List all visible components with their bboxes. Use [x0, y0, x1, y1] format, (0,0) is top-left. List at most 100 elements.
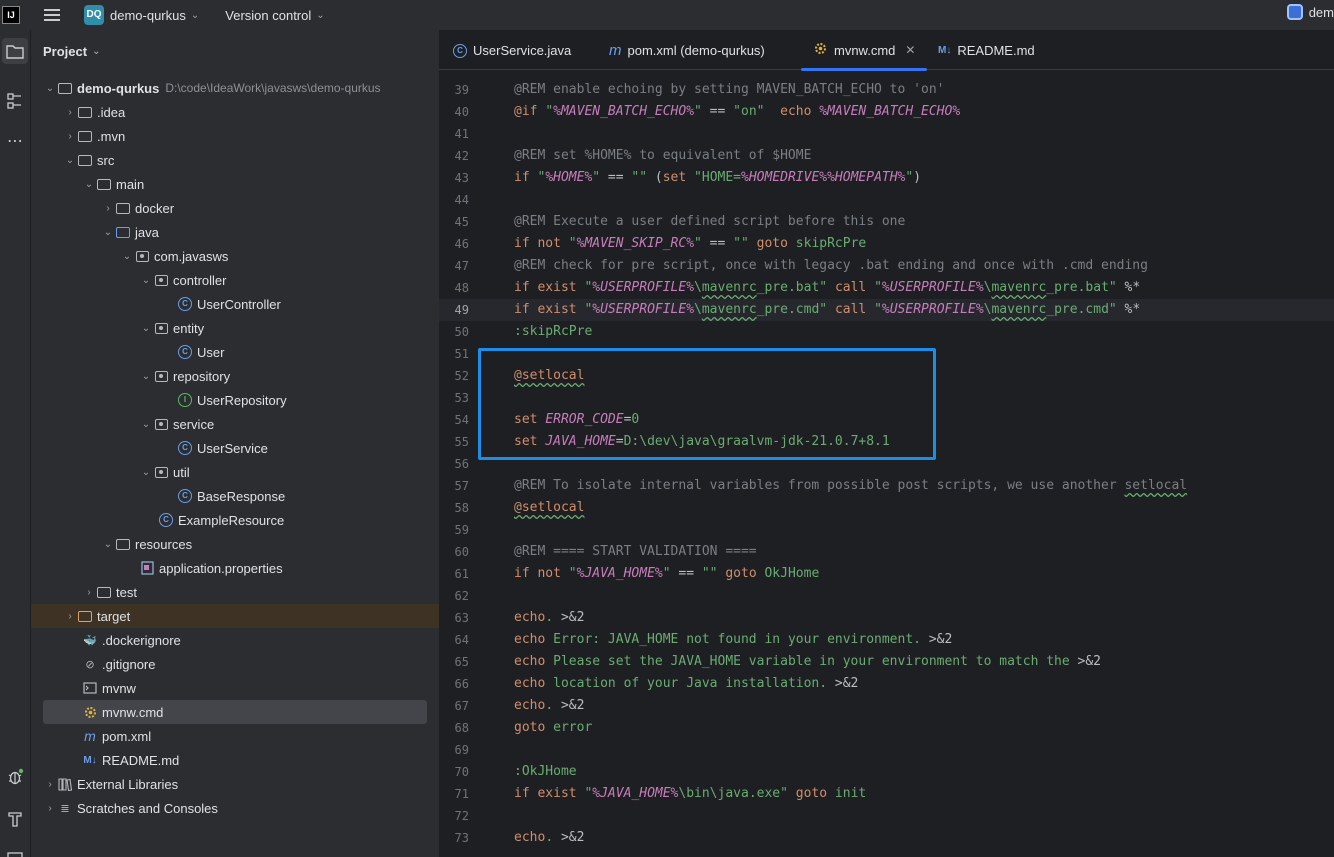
- tree-item[interactable]: C UserController: [31, 292, 439, 316]
- tree-item[interactable]: ⌄ util: [31, 460, 439, 484]
- chevron-down-icon: ⌄: [92, 45, 101, 57]
- folder-icon: [115, 201, 131, 215]
- tree-item[interactable]: ⌄ repository: [31, 364, 439, 388]
- tree-item[interactable]: › .idea: [31, 100, 439, 124]
- project-tool-icon[interactable]: [2, 38, 28, 64]
- tree-item[interactable]: ⌄ com.javasws: [31, 244, 439, 268]
- tree-item[interactable]: › External Libraries: [31, 772, 439, 796]
- line-number: 73: [454, 831, 469, 845]
- tree-item[interactable]: C BaseResponse: [31, 484, 439, 508]
- tree-item-label: target: [97, 608, 131, 624]
- code-line: :OkJHome: [514, 764, 577, 779]
- code-line: if exist "%USERPROFILE%\mavenrc_pre.bat"…: [514, 280, 1141, 295]
- tab-label: UserService.java: [473, 42, 572, 58]
- tree-item[interactable]: › target: [31, 604, 439, 628]
- line-number: 50: [454, 325, 469, 339]
- tree-item-label: mvnw.cmd: [102, 704, 164, 720]
- chevron-right-icon: ›: [48, 802, 52, 814]
- project-name: demo-qurkus: [110, 7, 186, 23]
- code-line: echo Please set the JAVA_HOME variable i…: [514, 654, 1102, 669]
- tree-item[interactable]: ⌄ controller: [31, 268, 439, 292]
- build-tool-icon[interactable]: [2, 806, 28, 832]
- tree-item-label: .gitignore: [102, 656, 156, 672]
- tree-item[interactable]: ⌄ service: [31, 412, 439, 436]
- tree-item-root[interactable]: ⌄ demo-qurkus D:\code\IdeaWork\javasws\d…: [31, 76, 439, 100]
- chevron-down-icon: ⌄: [84, 178, 94, 190]
- tree-item[interactable]: C User: [31, 340, 439, 364]
- tree-item-label: java: [135, 224, 159, 240]
- tab-pom[interactable]: m pom.xml (demo-qurkus): [609, 30, 765, 70]
- class-icon: C: [177, 297, 193, 311]
- editor-tab-bar: C UserService.java m pom.xml (demo-qurku…: [439, 30, 1334, 71]
- tree-item[interactable]: application.properties: [31, 556, 439, 580]
- markdown-icon: M↓: [83, 754, 97, 766]
- code-line: @REM Execute a user defined script befor…: [514, 214, 906, 229]
- structure-tool-icon[interactable]: [2, 88, 28, 114]
- main-menu-icon[interactable]: [44, 9, 60, 21]
- tab-mvnw-cmd[interactable]: mvnw.cmd ✕: [801, 30, 928, 71]
- tree-item-label: demo-qurkus: [77, 80, 160, 96]
- close-icon[interactable]: ✕: [905, 43, 915, 57]
- tree-item[interactable]: ⊘ .gitignore: [31, 652, 439, 676]
- tree-item[interactable]: ⌄ src: [31, 148, 439, 172]
- tree-item[interactable]: › .mvn: [31, 124, 439, 148]
- line-number: 46: [454, 237, 469, 251]
- code-line: echo. >&2: [514, 610, 585, 625]
- version-control-menu[interactable]: Version control ⌄: [225, 8, 324, 23]
- tree-item[interactable]: › ≣ Scratches and Consoles: [31, 796, 439, 820]
- chevron-down-icon: ⌄: [141, 466, 151, 478]
- title-right-label: dem: [1308, 4, 1334, 20]
- line-number: 45: [454, 215, 469, 229]
- folder-icon: [96, 177, 112, 191]
- tree-item[interactable]: › docker: [31, 196, 439, 220]
- shell-script-icon: [82, 681, 98, 695]
- chevron-down-icon: ⌄: [141, 370, 151, 382]
- tree-item[interactable]: ⌄ java: [31, 220, 439, 244]
- chevron-down-icon: ⌄: [122, 250, 132, 262]
- tree-item-label: test: [116, 584, 137, 600]
- docker-icon: 🐳: [83, 634, 97, 647]
- tree-item[interactable]: m pom.xml: [31, 724, 439, 748]
- project-switcher[interactable]: demo-qurkus ⌄: [110, 8, 199, 23]
- tree-item[interactable]: ⌄ main: [31, 172, 439, 196]
- title-bar: IJ DQ demo-qurkus ⌄ Version control ⌄ de…: [0, 0, 1334, 30]
- debug-tool-icon[interactable]: [2, 764, 28, 790]
- chevron-right-icon: ›: [68, 106, 72, 118]
- tree-item[interactable]: M↓ README.md: [31, 748, 439, 772]
- tree-item[interactable]: ⌄ resources: [31, 532, 439, 556]
- tree-item[interactable]: mvnw: [31, 676, 439, 700]
- title-right-widget[interactable]: dem: [1286, 4, 1334, 20]
- tree-item[interactable]: › test: [31, 580, 439, 604]
- tree-item[interactable]: 🐳 .dockerignore: [31, 628, 439, 652]
- tree-item-selected[interactable]: mvnw.cmd: [43, 700, 427, 724]
- code-line: echo. >&2: [514, 830, 585, 845]
- cmd-file-icon: [813, 41, 828, 59]
- line-number: 66: [454, 677, 469, 691]
- line-number: 57: [454, 479, 469, 493]
- folder-icon: [77, 129, 93, 143]
- class-icon: C: [453, 42, 467, 58]
- code-editor[interactable]: 39 40 41 42 43 44 45 46 47 48 49 50 51 52 53 54 55 56 57 58…: [439, 70, 1334, 857]
- tree-item-label: UserRepository: [197, 392, 287, 408]
- project-panel-header[interactable]: Project ⌄: [31, 30, 439, 72]
- chevron-right-icon: ›: [48, 778, 52, 790]
- code-line: :skipRcPre: [514, 324, 593, 339]
- project-panel: Project ⌄ ⌄ demo-qurkus D:\code\IdeaWork…: [31, 30, 439, 857]
- tree-item-label: entity: [173, 320, 205, 336]
- project-badge[interactable]: DQ: [84, 5, 104, 25]
- terminal-tool-icon[interactable]: [2, 844, 28, 857]
- tree-item[interactable]: ⌄ entity: [31, 316, 439, 340]
- intellij-logo-icon[interactable]: IJ: [2, 6, 20, 24]
- tree-item[interactable]: C UserService: [31, 436, 439, 460]
- tree-item-label: pom.xml: [102, 728, 152, 744]
- chevron-right-icon: ›: [106, 202, 110, 214]
- tab-userservice[interactable]: C UserService.java: [453, 30, 571, 70]
- code-line: @REM set %HOME% to equivalent of $HOME: [514, 148, 812, 163]
- more-tools-icon[interactable]: ⋯: [2, 128, 28, 154]
- tree-item[interactable]: C ExampleResource: [31, 508, 439, 532]
- class-icon: C: [177, 489, 193, 503]
- tree-item[interactable]: I UserRepository: [31, 388, 439, 412]
- folder-icon: [96, 585, 112, 599]
- tree-item-label: repository: [173, 368, 231, 384]
- tab-readme[interactable]: M↓ README.md: [938, 30, 1035, 70]
